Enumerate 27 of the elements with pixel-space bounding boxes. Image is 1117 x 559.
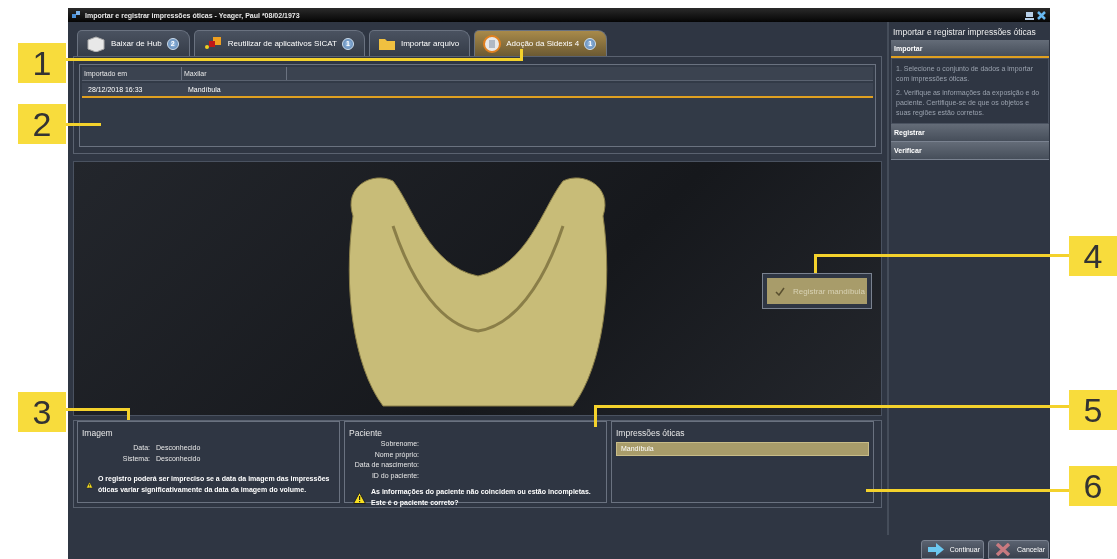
tab-label: Adoção da Sidexis 4 <box>506 39 580 48</box>
callout-number: 6 <box>1069 466 1117 506</box>
tab-label: Importar arquivo <box>400 39 460 48</box>
tab-label: Baixar de Hub <box>111 39 162 48</box>
sidebar-title: Importar e registrar impressões óticas <box>893 27 1037 37</box>
warning-icon <box>353 491 366 504</box>
callout-number: 5 <box>1069 390 1117 430</box>
callout-number: 3 <box>18 392 66 432</box>
disc-icon <box>483 34 502 53</box>
squares-icon <box>202 35 223 52</box>
tab[interactable]: Importar arquivo <box>368 30 471 56</box>
panel-title: Impressões óticas <box>616 428 686 438</box>
box-icon <box>86 35 106 52</box>
app-icon <box>72 11 82 19</box>
checkmark-icon <box>775 286 785 296</box>
cross-icon <box>995 543 1011 556</box>
callout-number: 4 <box>1069 236 1117 276</box>
arrow-icon <box>927 543 944 556</box>
callout-number: 2 <box>18 104 66 144</box>
panel-title: Paciente <box>349 428 384 438</box>
close-icon[interactable] <box>1037 10 1046 20</box>
callout-number: 1 <box>18 43 66 83</box>
panel-title: Imagem <box>82 428 114 438</box>
folder-icon <box>377 36 396 51</box>
leader-line <box>66 123 101 126</box>
tab-label: Reutilizar de aplicativos SICAT <box>227 39 337 48</box>
minimize-icon[interactable] <box>1025 10 1034 20</box>
